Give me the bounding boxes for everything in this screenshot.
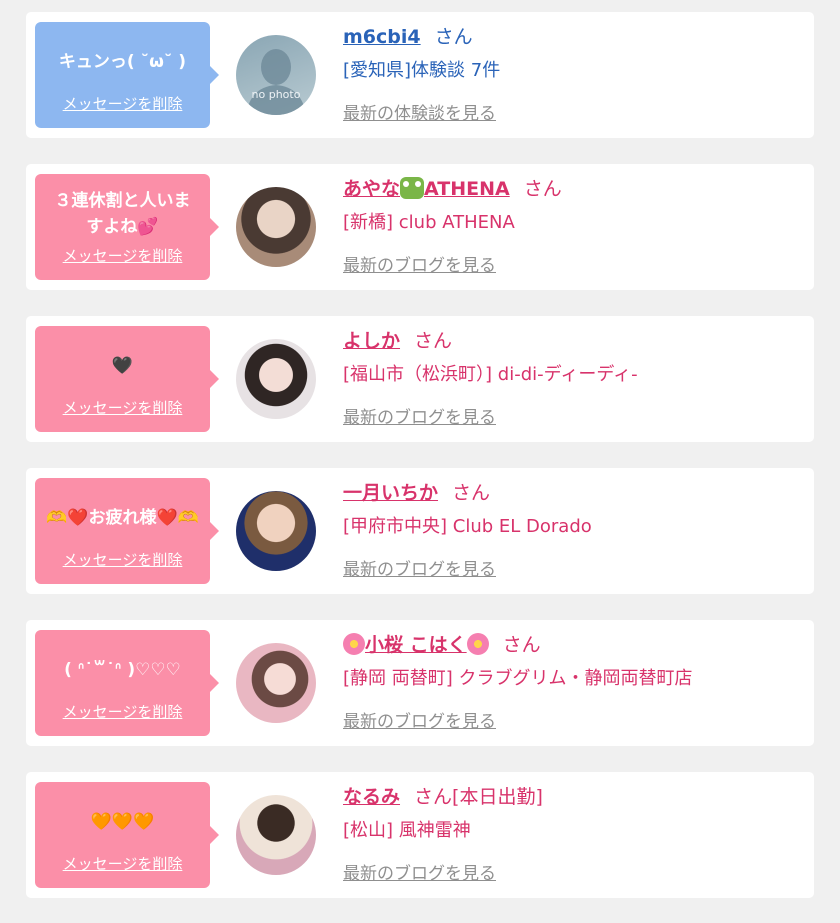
shop-info: [新橋] club ATHENA xyxy=(343,212,515,233)
message-card: 🫶❤️お疲れ様❤️🫶 メッセージを削除 一月いちか さん [甲府市中央] Club… xyxy=(26,468,814,594)
avatar[interactable]: no photo xyxy=(236,35,316,115)
shop-info: [愛知県]体験談 7件 xyxy=(343,60,501,81)
user-info: 一月いちか さん [甲府市中央] Club EL Dorado 最新のブログを見る xyxy=(343,480,802,580)
message-bubble: ３連休割と人いますよね💕 メッセージを削除 xyxy=(35,174,219,280)
message-bubble: 🫶❤️お疲れ様❤️🫶 メッセージを削除 xyxy=(35,478,219,584)
shop-info: [松山] 風神雷神 xyxy=(343,820,471,841)
user-name-link[interactable]: あやな ATHENA xyxy=(343,177,510,200)
delete-message-link[interactable]: メッセージを削除 xyxy=(35,245,210,266)
honorific: さん xyxy=(502,634,541,656)
cherry-blossom-icon xyxy=(466,633,489,655)
honorific: さん xyxy=(452,482,491,504)
shop-info: [静岡 両替町] クラブグリム・静岡両替町店 xyxy=(343,668,693,689)
dragon-icon xyxy=(400,177,425,199)
latest-link[interactable]: 最新のブログを見る xyxy=(343,251,802,276)
honorific: さん xyxy=(434,26,473,48)
user-info: よしか さん [福山市（松浜町）] di-di-ディーディ- 最新のブログを見る xyxy=(343,328,802,428)
message-bubble: 🧡🧡🧡 メッセージを削除 xyxy=(35,782,219,888)
message-text: ( ᐢ˙꒳˙ᐢ )♡♡♡ xyxy=(64,660,181,680)
user-info: 小桜 こはく さん [静岡 両替町] クラブグリム・静岡両替町店 最新のブログを見… xyxy=(343,632,802,732)
cherry-blossom-icon xyxy=(343,633,365,655)
user-info: m6cbi4 さん [愛知県]体験談 7件 最新の体験談を見る xyxy=(343,24,802,124)
message-card: 🖤 メッセージを削除 よしか さん [福山市（松浜町）] di-di-ディーディ-… xyxy=(26,316,814,442)
user-info: なるみ さん[本日出勤] [松山] 風神雷神 最新のブログを見る xyxy=(343,784,802,884)
no-photo-label: no photo xyxy=(251,88,301,101)
delete-message-link[interactable]: メッセージを削除 xyxy=(35,93,210,114)
user-name-link[interactable]: なるみ xyxy=(343,786,400,808)
message-text: 🖤 xyxy=(111,356,134,376)
message-text: 🧡🧡🧡 xyxy=(90,812,155,832)
shop-info: [甲府市中央] Club EL Dorado xyxy=(343,516,592,537)
message-text: キュンっ( ˘ω˘ ) xyxy=(58,52,187,72)
avatar[interactable] xyxy=(236,187,316,267)
user-name-link[interactable]: m6cbi4 xyxy=(343,26,421,48)
honorific: さん xyxy=(414,786,453,808)
message-card: 🧡🧡🧡 メッセージを削除 なるみ さん[本日出勤] [松山] 風神雷神 最新のブロ… xyxy=(26,772,814,898)
message-text: ３連休割と人いますよね💕 xyxy=(54,191,191,237)
silhouette-icon xyxy=(246,49,306,115)
message-text: 🫶❤️お疲れ様❤️🫶 xyxy=(46,508,199,528)
avatar[interactable] xyxy=(236,643,316,723)
honorific: さん xyxy=(414,330,453,352)
latest-link[interactable]: 最新のブログを見る xyxy=(343,403,802,428)
latest-link[interactable]: 最新の体験談を見る xyxy=(343,99,802,124)
message-card: ３連休割と人いますよね💕 メッセージを削除 あやな ATHENA さん [新橋] c… xyxy=(26,164,814,290)
avatar[interactable] xyxy=(236,491,316,571)
delete-message-link[interactable]: メッセージを削除 xyxy=(35,853,210,874)
latest-link[interactable]: 最新のブログを見る xyxy=(343,859,802,884)
message-bubble: キュンっ( ˘ω˘ ) メッセージを削除 xyxy=(35,22,219,128)
message-list: キュンっ( ˘ω˘ ) メッセージを削除 no photo m6cbi4 さん [… xyxy=(0,0,840,923)
work-status: [本日出勤] xyxy=(452,786,543,808)
message-bubble: 🖤 メッセージを削除 xyxy=(35,326,219,432)
user-name-link[interactable]: 小桜 こはく xyxy=(343,633,489,656)
message-card: キュンっ( ˘ω˘ ) メッセージを削除 no photo m6cbi4 さん [… xyxy=(26,12,814,138)
message-bubble: ( ᐢ˙꒳˙ᐢ )♡♡♡ メッセージを削除 xyxy=(35,630,219,736)
latest-link[interactable]: 最新のブログを見る xyxy=(343,555,802,580)
user-name-link[interactable]: 一月いちか xyxy=(343,482,438,504)
latest-link[interactable]: 最新のブログを見る xyxy=(343,707,802,732)
delete-message-link[interactable]: メッセージを削除 xyxy=(35,397,210,418)
avatar[interactable] xyxy=(236,339,316,419)
user-info: あやな ATHENA さん [新橋] club ATHENA 最新のブログを見る xyxy=(343,176,802,276)
delete-message-link[interactable]: メッセージを削除 xyxy=(35,549,210,570)
message-card: ( ᐢ˙꒳˙ᐢ )♡♡♡ メッセージを削除 小桜 こはく さん [静岡 両替町] … xyxy=(26,620,814,746)
user-name-link[interactable]: よしか xyxy=(343,330,400,352)
avatar[interactable] xyxy=(236,795,316,875)
honorific: さん xyxy=(523,178,562,200)
delete-message-link[interactable]: メッセージを削除 xyxy=(35,701,210,722)
shop-info: [福山市（松浜町）] di-di-ディーディ- xyxy=(343,364,638,385)
